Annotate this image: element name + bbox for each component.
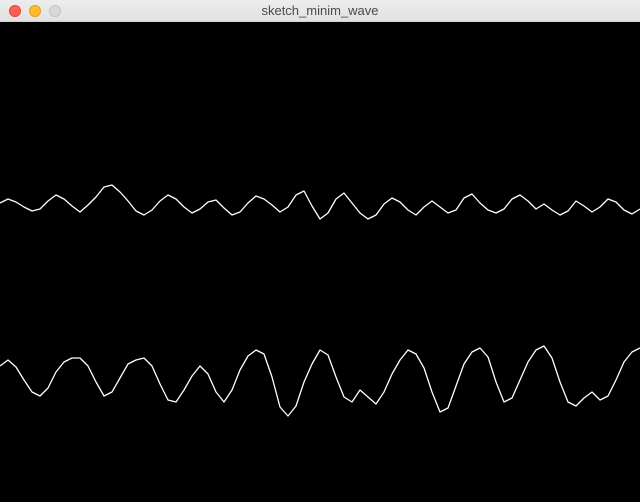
app-window: sketch_minim_wave (0, 0, 640, 502)
close-icon[interactable] (9, 5, 21, 17)
window-title: sketch_minim_wave (0, 0, 640, 22)
sketch-canvas (0, 22, 640, 502)
waveform-right-path (0, 346, 640, 416)
maximize-icon (49, 5, 61, 17)
window-controls (0, 5, 61, 17)
waveform-right (0, 22, 640, 502)
minimize-icon[interactable] (29, 5, 41, 17)
titlebar[interactable]: sketch_minim_wave (0, 0, 640, 22)
